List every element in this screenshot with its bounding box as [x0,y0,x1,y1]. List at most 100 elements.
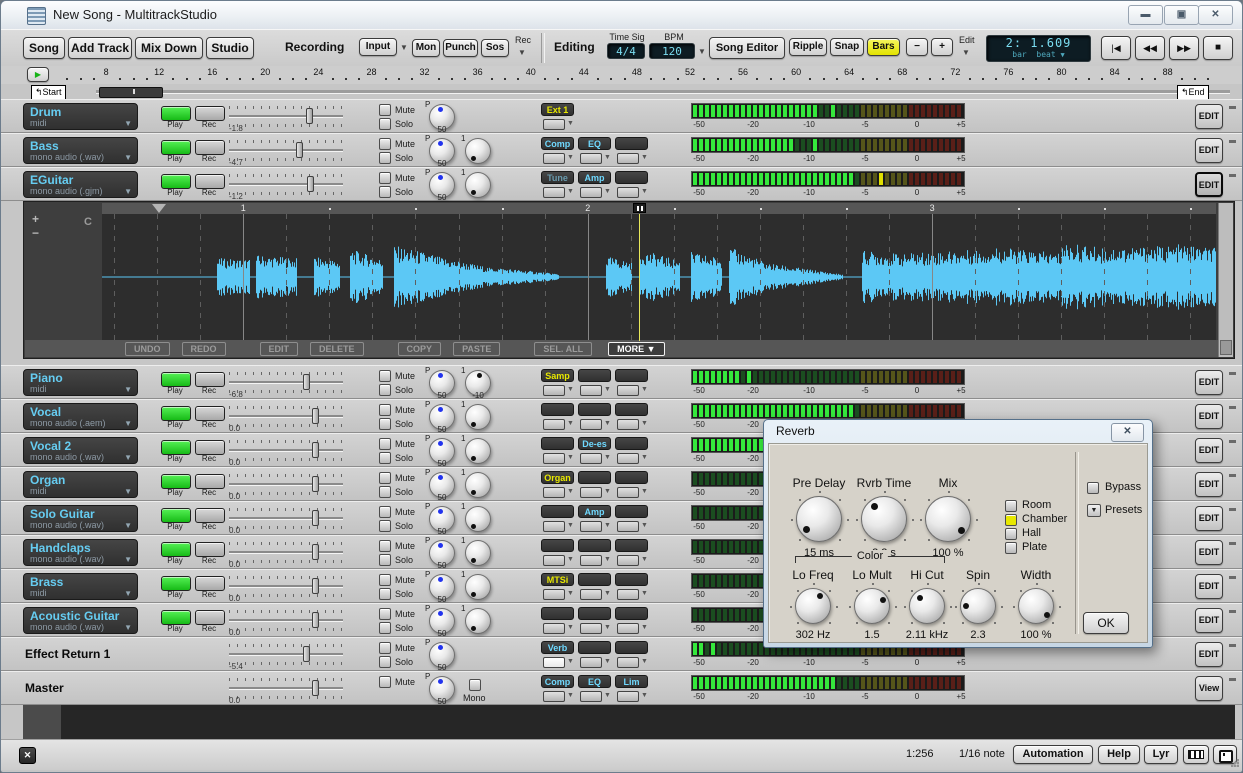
volume-slider[interactable] [229,381,343,384]
effect-slot-dropdown-icon[interactable]: ▼ [567,386,574,393]
effect-slot[interactable] [541,437,574,450]
lo-mult-knob[interactable] [854,588,890,624]
mix-down-button[interactable]: Mix Down [135,37,203,59]
volume-slider-thumb[interactable] [307,176,314,192]
aux-knob[interactable] [465,404,491,430]
rec-button[interactable] [195,474,225,489]
ok-button[interactable]: OK [1083,612,1129,634]
effect-slot-dropdown-icon[interactable]: ▼ [604,420,611,427]
effect-slot[interactable] [615,607,648,620]
effect-slot-button[interactable] [543,657,565,668]
effect-slot[interactable] [615,137,648,150]
rewind-button[interactable]: ◀◀ [1135,36,1165,60]
add-track-button[interactable]: Add Track [68,37,132,59]
aux-knob[interactable] [465,574,491,600]
editor-paste-button[interactable]: PASTE [453,342,500,356]
effect-slot-dropdown-icon[interactable]: ▼ [641,658,648,665]
track-name-box[interactable]: Brassmidi▼ [23,573,138,600]
punch-button[interactable]: Punch [443,39,478,57]
effect-slot-dropdown-icon[interactable]: ▼ [641,420,648,427]
effect-slot[interactable] [541,505,574,518]
play-button[interactable] [161,174,191,189]
ripple-button[interactable]: Ripple [789,38,827,56]
effect-slot-button[interactable] [580,623,602,634]
effect-slot-dropdown-icon[interactable]: ▼ [567,624,574,631]
effect-slot[interactable] [578,641,611,654]
solo-checkbox[interactable] [379,588,391,600]
effect-slot[interactable] [615,471,648,484]
solo-checkbox[interactable] [379,622,391,634]
row-collapse-handle[interactable] [1229,406,1236,409]
effect-slot[interactable]: Comp [541,137,574,150]
effect-slot-button[interactable] [543,385,565,396]
effect-slot-button[interactable] [617,419,639,430]
effect-slot[interactable]: Tune [541,171,574,184]
zoom-in-button[interactable]: + [931,38,953,56]
track-dropdown-icon[interactable]: ▼ [124,589,132,598]
solo-checkbox[interactable] [379,186,391,198]
effect-slot-dropdown-icon[interactable]: ▼ [641,454,648,461]
rec-button[interactable] [195,610,225,625]
effect-slot-button[interactable] [543,521,565,532]
effect-slot-button[interactable] [543,589,565,600]
lo-freq-knob[interactable] [795,588,831,624]
width-knob[interactable] [1018,588,1054,624]
volume-slider-thumb[interactable] [306,108,313,124]
editor-zoom-out-button[interactable]: − [32,226,39,240]
mute-checkbox[interactable] [379,370,391,382]
volume-slider-thumb[interactable] [312,612,319,628]
effect-slot-dropdown-icon[interactable]: ▼ [604,658,611,665]
volume-slider[interactable] [229,653,343,656]
rec-button[interactable] [195,406,225,421]
volume-slider-thumb[interactable] [312,476,319,492]
solo-checkbox[interactable] [379,656,391,668]
row-collapse-handle[interactable] [1229,474,1236,477]
skip-start-button[interactable]: |◀ [1101,36,1131,60]
track-name-box[interactable]: Vocal 2mono audio (.wav)▼ [23,437,138,464]
edit-button[interactable]: EDIT [1195,138,1223,163]
mute-checkbox[interactable] [379,438,391,450]
aux-knob[interactable] [465,540,491,566]
effect-slot-dropdown-icon[interactable]: ▼ [604,154,611,161]
row-collapse-handle[interactable] [1229,508,1236,511]
editor-scrollbar[interactable] [1218,203,1233,357]
start-flag[interactable]: ↰Start [31,85,66,100]
studio-button[interactable]: Studio [206,37,254,59]
solo-checkbox[interactable] [379,486,391,498]
effect-slot-dropdown-icon[interactable]: ▼ [567,658,574,665]
effect-slot-dropdown-icon[interactable]: ▼ [567,120,574,127]
track-name-box[interactable]: Pianomidi▼ [23,369,138,396]
effect-slot-button[interactable] [617,657,639,668]
editor-zoom-in-button[interactable]: + [32,212,39,226]
effect-slot[interactable] [615,171,648,184]
effect-slot-button[interactable] [617,187,639,198]
track-dropdown-icon[interactable]: ▼ [124,453,132,462]
editor-undo-button[interactable]: UNDO [125,342,170,356]
effect-slot[interactable] [541,607,574,620]
view-button[interactable]: View [1195,676,1223,701]
effect-slot[interactable] [615,437,648,450]
volume-slider-thumb[interactable] [312,680,319,696]
effect-slot-dropdown-icon[interactable]: ▼ [604,692,611,699]
bars-button[interactable]: Bars [867,38,900,56]
track-name-box[interactable]: EGuitarmono audio (.gjm)▼ [23,171,138,198]
edit-button[interactable]: EDIT [1195,404,1223,429]
edit-button[interactable]: EDIT [1195,472,1223,497]
edit-button[interactable]: EDIT [1195,370,1223,395]
effect-slot-button[interactable] [617,589,639,600]
effect-slot-button[interactable] [580,657,602,668]
effect-slot-button[interactable] [617,555,639,566]
effect-slot-dropdown-icon[interactable]: ▼ [641,692,648,699]
edit-button[interactable]: EDIT [1195,104,1223,129]
dialog-close-button[interactable]: ✕ [1111,423,1144,442]
track-dropdown-icon[interactable]: ▼ [124,187,132,196]
effect-slot[interactable] [578,403,611,416]
edit-button[interactable]: EDIT [1195,506,1223,531]
row-collapse-handle[interactable] [1229,372,1236,375]
effect-slot-button[interactable] [580,187,602,198]
effect-slot-dropdown-icon[interactable]: ▼ [604,488,611,495]
effect-slot[interactable] [578,539,611,552]
stop-button[interactable]: ■ [1203,36,1233,60]
volume-slider[interactable] [229,183,343,186]
mute-checkbox[interactable] [379,172,391,184]
